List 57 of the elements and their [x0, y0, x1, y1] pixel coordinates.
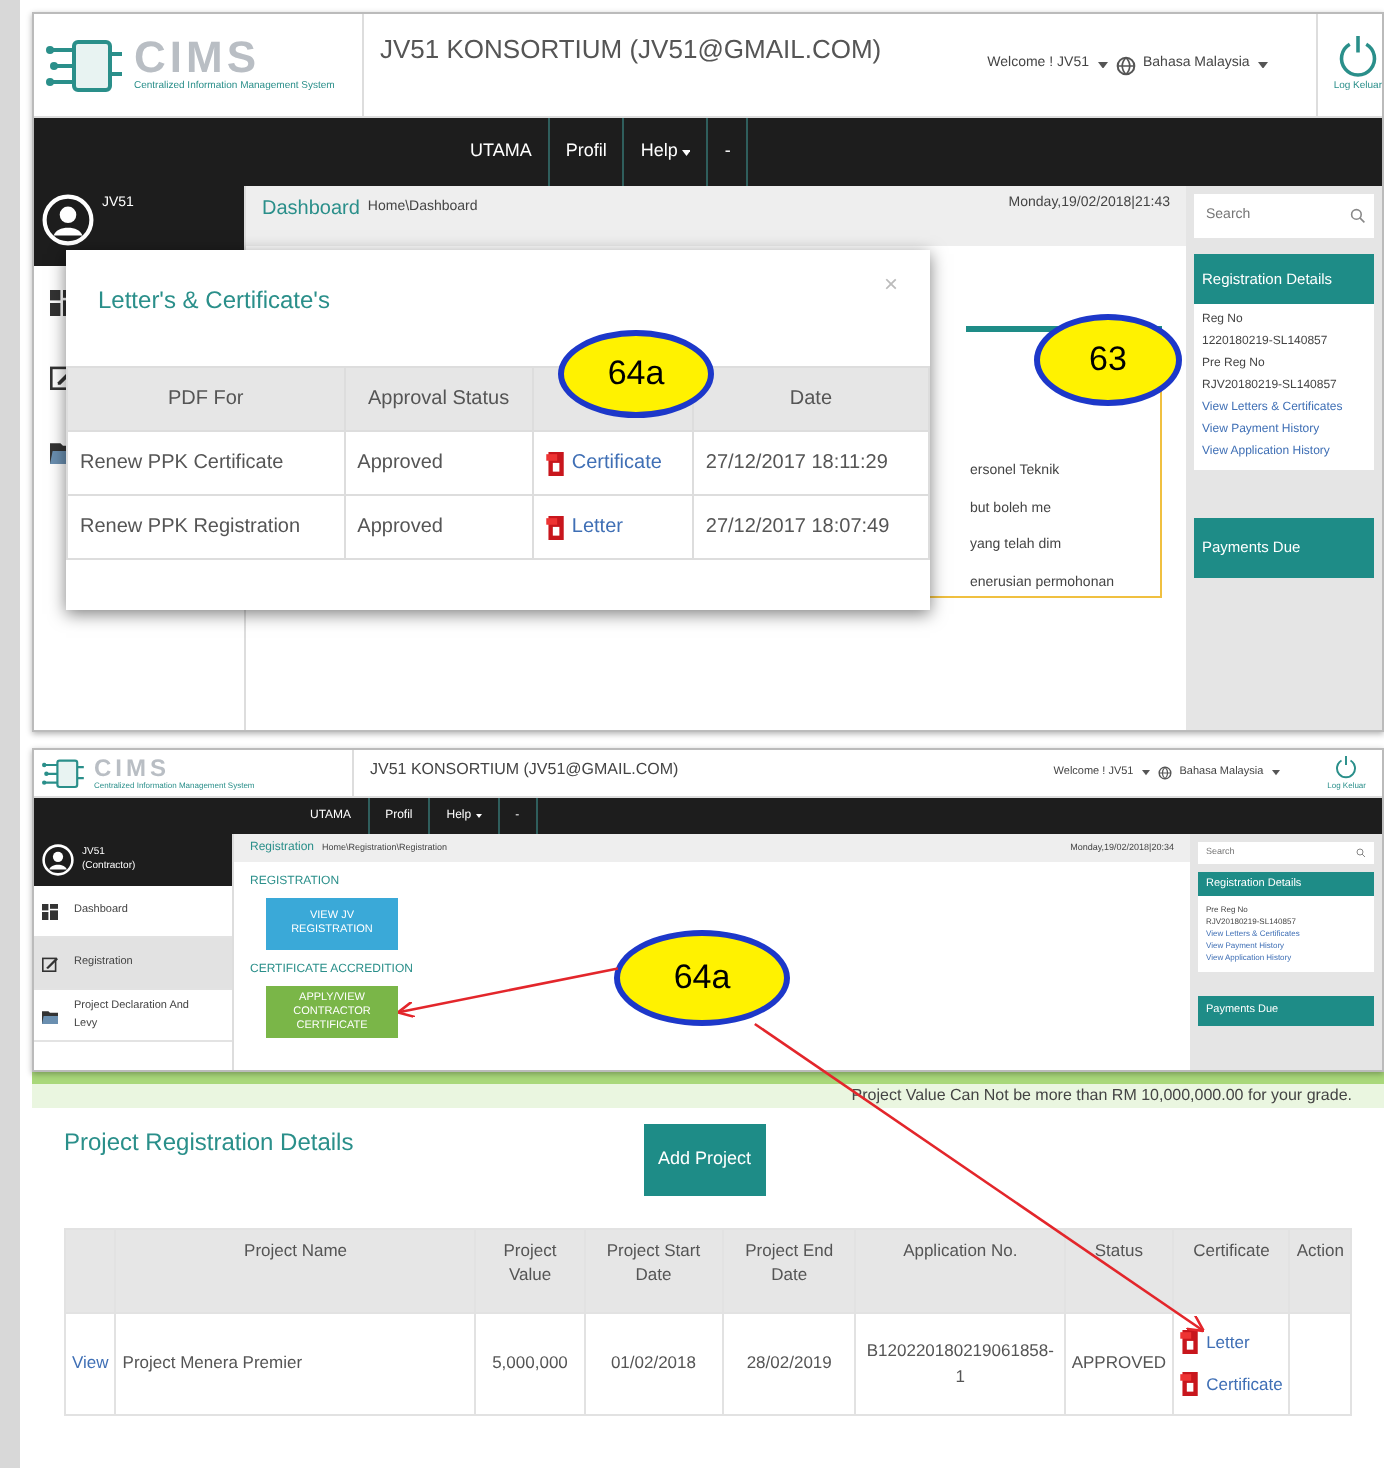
column-header: Action: [1289, 1228, 1351, 1313]
table-cell: Renew PPK Registration: [67, 495, 345, 559]
table-cell: APPROVED: [1064, 1313, 1174, 1414]
search-icon[interactable]: [1350, 208, 1366, 224]
table-cell: B120220180219061858-1: [855, 1313, 1065, 1414]
certificate-link[interactable]: Certificate: [1206, 1371, 1283, 1397]
caret-icon: [1097, 61, 1107, 69]
column-header: Approval Status: [344, 367, 533, 431]
table-cell: 27/12/2017 18:07:49: [692, 495, 929, 559]
user-avatar-icon: [42, 194, 94, 246]
circuit-logo-icon: [42, 753, 86, 793]
pdf-icon: [545, 515, 564, 539]
table-cell: 01/02/2018: [584, 1313, 723, 1414]
column-header: Application No.: [855, 1228, 1065, 1313]
dashboard-icon: [42, 903, 58, 919]
pdf-icon: [545, 451, 564, 475]
user-avatar-icon: [42, 844, 74, 876]
column-header: Certificate: [1173, 1228, 1290, 1313]
column-header: Status: [1064, 1228, 1174, 1313]
table-cell: Approved: [344, 495, 533, 559]
column-header: PDF For: [67, 367, 345, 431]
table-cell: 5,000,000: [475, 1313, 585, 1414]
logo-title: CIMS: [134, 35, 260, 80]
table-cell: Approved: [344, 431, 533, 495]
modal-title: Letter's & Certificate's: [98, 284, 330, 318]
caret-icon: [1257, 61, 1268, 69]
folder-icon: [42, 1007, 58, 1023]
callout-label: 63: [1034, 314, 1182, 406]
column-header: Project Name: [115, 1228, 476, 1313]
power-icon[interactable]: [1334, 755, 1359, 779]
page-title: Dashboard: [262, 196, 360, 224]
power-icon[interactable]: [1335, 35, 1380, 80]
edit-icon: [42, 955, 58, 971]
callout-label: 64a: [614, 930, 790, 1026]
table-cell: Project Menera Premier: [115, 1313, 476, 1414]
table-cell: Renew PPK Certificate: [67, 431, 345, 495]
document-link[interactable]: Letter: [571, 512, 623, 542]
table-cell: 27/12/2017 18:11:29: [692, 431, 929, 495]
column-header: Project Start Date: [584, 1228, 723, 1313]
certificate-link[interactable]: Letter: [1206, 1330, 1250, 1356]
table-cell: 28/02/2019: [722, 1313, 856, 1414]
account-name: JV51 KONSORTIUM (JV51@GMAIL.COM): [370, 758, 679, 782]
view-link[interactable]: View: [72, 1352, 109, 1373]
add-project-button[interactable]: Add Project: [644, 1124, 766, 1195]
globe-icon: [1157, 766, 1172, 780]
globe-icon: [1115, 55, 1135, 75]
caret-icon: [1141, 770, 1150, 776]
search-icon[interactable]: [1356, 848, 1366, 858]
section-title: Project Registration Details: [64, 1126, 356, 1160]
pdf-icon: [1180, 1330, 1199, 1355]
account-name: JV51 KONSORTIUM (JV51@GMAIL.COM): [380, 32, 882, 68]
column-header: Project Value: [475, 1228, 585, 1313]
pdf-icon: [1180, 1372, 1199, 1397]
caret-icon: [1271, 770, 1280, 776]
column-header: Date: [692, 367, 929, 431]
logo-title: CIMS: [94, 755, 172, 779]
column-header: Project End Date: [722, 1228, 856, 1313]
